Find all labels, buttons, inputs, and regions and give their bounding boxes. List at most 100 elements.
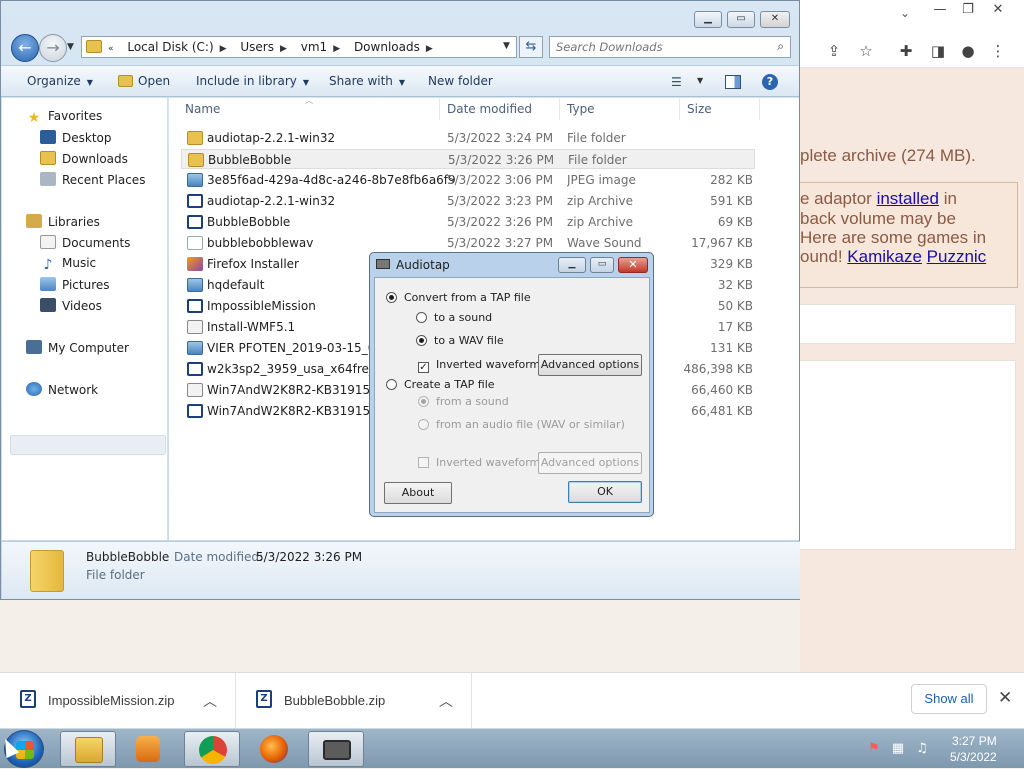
breadcrumb-separator-icon[interactable]: ▶: [280, 44, 287, 54]
clock-time[interactable]: 3:27 PM: [952, 734, 997, 748]
organize-button[interactable]: Organize ▼: [27, 74, 93, 88]
close-icon[interactable]: ✕: [988, 2, 1008, 18]
back-button[interactable]: ←: [11, 34, 39, 62]
search-input[interactable]: [554, 39, 764, 55]
taskbar-firefox[interactable]: [246, 731, 302, 767]
nav-libraries[interactable]: Libraries: [26, 214, 100, 229]
download-item-bubblebobble[interactable]: Z BubbleBobble.zip ︿: [236, 673, 472, 729]
new-folder-button[interactable]: New folder: [428, 74, 493, 88]
zip-file-icon: [187, 362, 203, 376]
view-options-icon[interactable]: ☰: [671, 75, 687, 89]
column-divider[interactable]: [559, 98, 560, 120]
from-audio-file-radio[interactable]: from an audio file (WAV or similar): [418, 418, 625, 431]
address-dropdown-icon[interactable]: ▼: [503, 41, 510, 51]
help-icon[interactable]: ?: [762, 74, 778, 90]
kamikaze-link[interactable]: Kamikaze: [847, 247, 922, 266]
share-with-button[interactable]: Share with ▼: [329, 74, 405, 88]
minimize-button[interactable]: ▁: [694, 11, 722, 28]
taskbar-audiotap[interactable]: [308, 731, 364, 767]
breadcrumb-downloads[interactable]: Downloads: [354, 40, 420, 54]
network-status-icon[interactable]: ▦: [890, 741, 906, 757]
puzznic-link[interactable]: Puzznic: [927, 247, 987, 266]
search-icon[interactable]: ⌕: [777, 39, 784, 54]
download-item-impossiblemission[interactable]: Z ImpossibleMission.zip ︿: [0, 673, 236, 729]
dialog-minimize-button[interactable]: ▁: [558, 257, 586, 273]
chevron-up-icon[interactable]: ︿: [203, 691, 217, 711]
convert-from-tap-radio[interactable]: Convert from a TAP file: [386, 291, 531, 304]
preview-pane-icon[interactable]: [725, 75, 741, 89]
volume-icon[interactable]: ♫: [914, 741, 930, 757]
table-row[interactable]: BubbleBobble 5/3/2022 3:26 PM File folder: [181, 149, 755, 169]
nav-music[interactable]: ♪ Music: [40, 256, 97, 273]
nav-recent-places[interactable]: Recent Places: [40, 172, 145, 187]
share-icon[interactable]: ⇪: [824, 42, 844, 62]
breadcrumb-vm1[interactable]: vm1: [301, 40, 327, 54]
tab-search-chevron-icon[interactable]: ⌄: [900, 6, 910, 20]
breadcrumb-users[interactable]: Users: [240, 40, 274, 54]
about-button[interactable]: About: [384, 482, 452, 504]
breadcrumb-local-disk[interactable]: Local Disk (C:): [127, 40, 213, 54]
close-button[interactable]: ✕: [760, 11, 790, 28]
ok-button[interactable]: OK: [568, 481, 642, 503]
include-in-library-button[interactable]: Include in library ▼: [196, 74, 309, 88]
column-name[interactable]: Name: [185, 102, 220, 116]
bookmark-star-icon[interactable]: ☆: [856, 42, 876, 62]
taskbar-explorer[interactable]: [60, 731, 116, 767]
nav-network[interactable]: Network: [26, 382, 98, 397]
chevron-down-icon[interactable]: ▼: [697, 76, 703, 85]
breadcrumb-separator-icon[interactable]: ▶: [333, 44, 340, 54]
open-button[interactable]: Open: [118, 74, 170, 88]
close-download-bar-icon[interactable]: ✕: [998, 688, 1012, 708]
column-divider[interactable]: [439, 98, 440, 120]
maximize-button[interactable]: ▭: [727, 11, 755, 28]
nav-favorites[interactable]: ★ Favorites: [26, 109, 103, 126]
advanced-options-button-2[interactable]: Advanced options: [538, 452, 642, 474]
installed-link[interactable]: installed: [877, 189, 939, 208]
chevron-up-icon[interactable]: ︿: [439, 691, 453, 711]
dialog-maximize-button[interactable]: ▭: [590, 257, 614, 273]
from-a-sound-radio[interactable]: from a sound: [418, 395, 509, 408]
nav-videos[interactable]: Videos: [40, 298, 102, 313]
inverted-waveform-checkbox[interactable]: ✓ Inverted waveform: [418, 358, 540, 373]
column-type[interactable]: Type: [567, 102, 595, 116]
dialog-title-bar[interactable]: Audiotap ▁ ▭ ✕: [374, 253, 650, 277]
overflow-chevron-icon[interactable]: «: [108, 44, 114, 54]
table-row[interactable]: 3e85f6ad-429a-4d8c-a246-8b7e8fb6a6f9 5/3/…: [181, 170, 755, 190]
table-row[interactable]: audiotap-2.2.1-win32 5/3/2022 3:24 PM File…: [181, 128, 755, 148]
dialog-close-button[interactable]: ✕: [618, 257, 648, 273]
breadcrumb-separator-icon[interactable]: ▶: [426, 44, 433, 54]
taskbar-media-player[interactable]: [120, 731, 176, 767]
nav-my-computer[interactable]: My Computer: [26, 340, 129, 355]
menu-kebab-icon[interactable]: ⋮: [988, 42, 1008, 62]
refresh-button[interactable]: ⇆: [519, 36, 543, 58]
forward-button[interactable]: →: [39, 34, 67, 62]
profile-avatar-icon[interactable]: ●: [958, 42, 978, 62]
taskbar-chrome[interactable]: [184, 731, 240, 767]
to-a-sound-radio[interactable]: to a sound: [416, 311, 492, 324]
recent-pages-dropdown[interactable]: ▼: [67, 42, 74, 52]
table-row[interactable]: bubblebobblewav 5/3/2022 3:27 PM Wave Soun…: [181, 233, 755, 253]
create-tap-radio[interactable]: Create a TAP file: [386, 378, 495, 391]
column-date-modified[interactable]: Date modified: [447, 102, 532, 116]
address-bar[interactable]: « Local Disk (C:) ▶ Users ▶ vm1 ▶ Downloads…: [81, 36, 517, 58]
table-row[interactable]: audiotap-2.2.1-win32 5/3/2022 3:23 PM zip …: [181, 191, 755, 211]
advanced-options-button[interactable]: Advanced options: [538, 354, 642, 376]
column-divider[interactable]: [679, 98, 680, 120]
column-size[interactable]: Size: [687, 102, 712, 116]
restore-icon[interactable]: ❐: [958, 2, 978, 18]
nav-desktop[interactable]: Desktop: [40, 130, 112, 145]
extensions-puzzle-icon[interactable]: ✚: [896, 42, 916, 62]
table-row[interactable]: BubbleBobble 5/3/2022 3:26 PM zip Archive 6…: [181, 212, 755, 232]
nav-pictures[interactable]: Pictures: [40, 277, 110, 292]
breadcrumb-separator-icon[interactable]: ▶: [220, 44, 227, 54]
to-a-wav-radio[interactable]: to a WAV file: [416, 334, 504, 347]
show-all-button[interactable]: Show all: [911, 684, 987, 714]
minimize-icon[interactable]: —: [930, 2, 950, 18]
action-center-flag-icon[interactable]: ⚑: [866, 741, 882, 757]
inverted-waveform-checkbox-2[interactable]: Inverted waveform: [418, 456, 540, 469]
column-divider[interactable]: [759, 98, 760, 120]
nav-documents[interactable]: Documents: [40, 235, 130, 250]
side-panel-icon[interactable]: ◨: [928, 42, 948, 62]
nav-downloads[interactable]: Downloads: [40, 151, 128, 166]
clock-date[interactable]: 5/3/2022: [950, 750, 997, 764]
